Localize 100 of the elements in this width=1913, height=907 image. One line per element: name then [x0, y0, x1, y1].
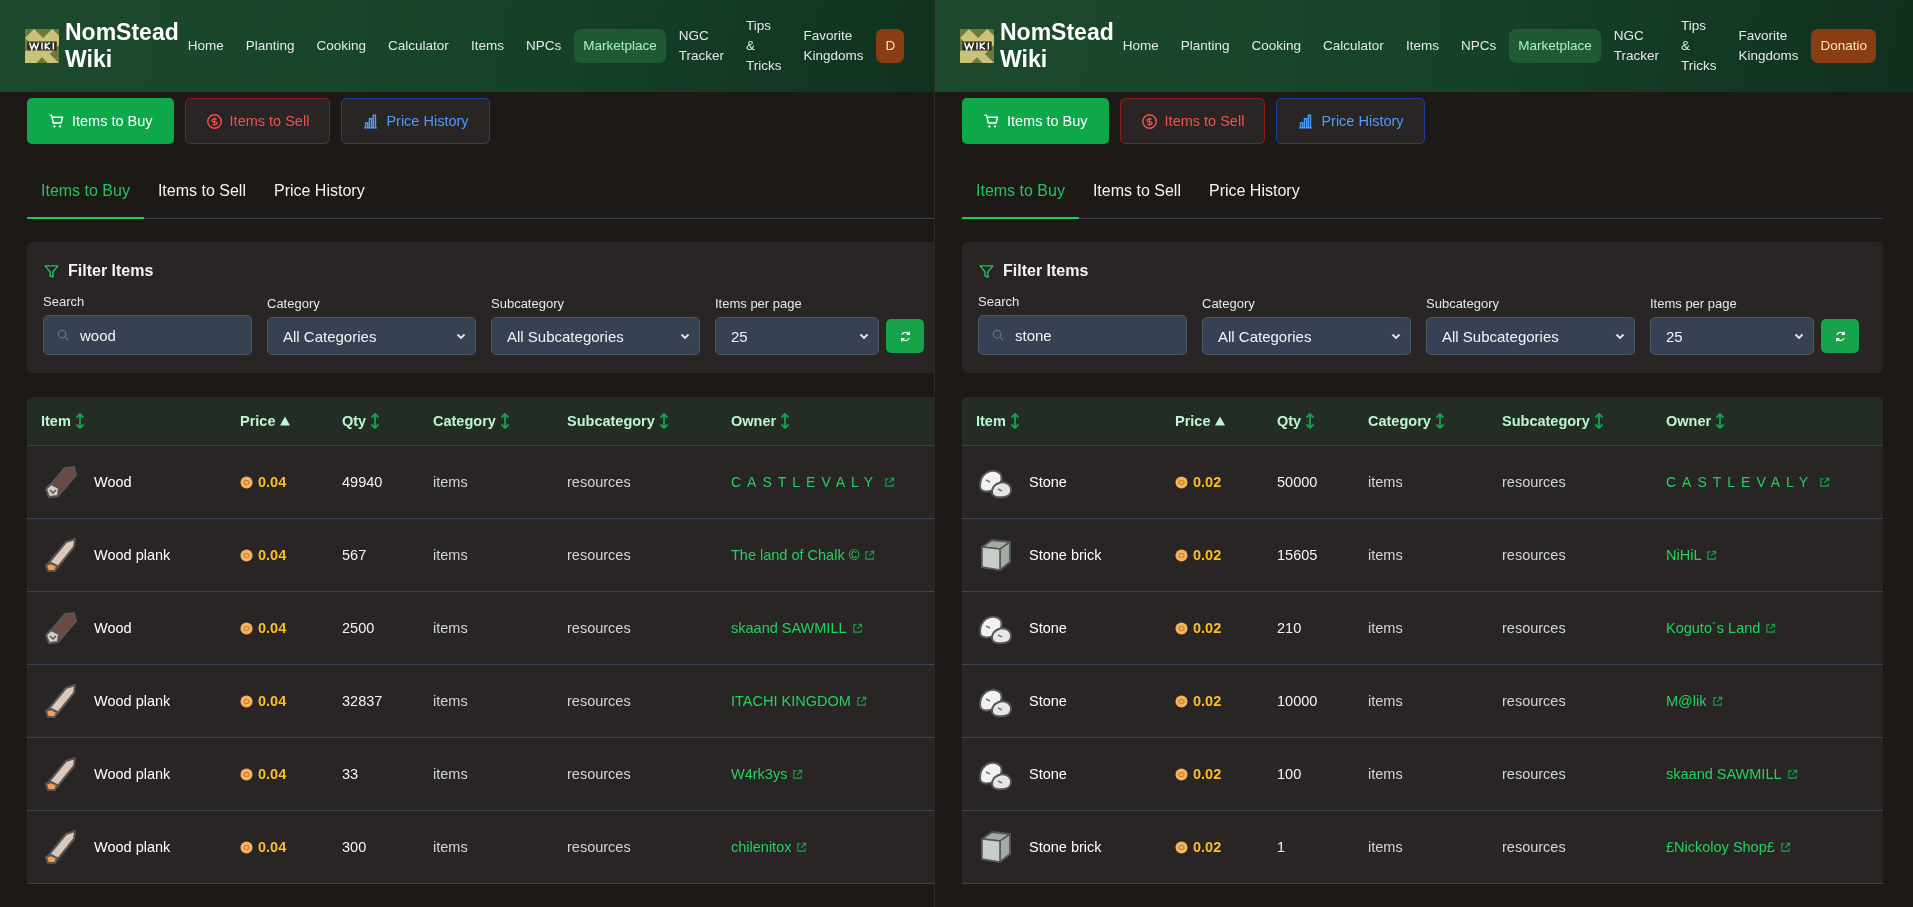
- item-name: Stone brick: [1029, 547, 1102, 563]
- sort-icon: [780, 413, 791, 429]
- owner-link[interactable]: skaand SAWMILL: [1666, 766, 1798, 782]
- dropdown[interactable]: 25: [1650, 317, 1814, 355]
- sort-icon: [74, 413, 85, 429]
- owner-link[interactable]: £Nickoloy Shop£: [1666, 839, 1791, 855]
- nav-link[interactable]: Calculator: [1314, 29, 1393, 63]
- tab[interactable]: Items to Buy: [27, 168, 144, 219]
- owner-link[interactable]: W4rk3ys: [731, 766, 804, 782]
- nav-link[interactable]: Home: [1113, 29, 1168, 63]
- logo-icon[interactable]: [25, 29, 59, 63]
- tab[interactable]: Price History: [259, 168, 379, 219]
- category-value: items: [433, 474, 468, 490]
- tab[interactable]: Items to Sell: [143, 168, 260, 219]
- nav-link[interactable]: Items: [461, 29, 513, 63]
- column-header[interactable]: Category: [1354, 397, 1488, 445]
- external-link-icon: [884, 476, 896, 488]
- logo-icon[interactable]: [960, 29, 994, 63]
- quantity-value: 567: [342, 547, 367, 563]
- search-input[interactable]: stone: [1015, 326, 1155, 344]
- dropdown[interactable]: 25: [715, 317, 879, 355]
- column-header[interactable]: Subcategory: [553, 397, 717, 445]
- dropdown[interactable]: All Subcategories: [1426, 317, 1635, 355]
- quantity-value: 50000: [1277, 474, 1318, 490]
- owner-link[interactable]: CASTLEVALY: [731, 474, 896, 490]
- quantity-value: 2500: [342, 620, 375, 636]
- nav-link[interactable]: Favorite Kingdoms: [1729, 19, 1808, 73]
- column-header[interactable]: Subcategory: [1488, 397, 1652, 445]
- column-header[interactable]: Owner: [717, 397, 934, 445]
- column-header[interactable]: Qty: [328, 397, 419, 445]
- item-name: Wood plank: [94, 766, 171, 782]
- nav-link[interactable]: Marketplace: [1509, 29, 1601, 63]
- price-value: 0.04: [258, 693, 287, 709]
- owner-link[interactable]: skaand SAWMILL: [731, 620, 863, 636]
- tab[interactable]: Price History: [1194, 168, 1314, 219]
- column-header[interactable]: Item: [962, 397, 1161, 445]
- column-header[interactable]: Category: [419, 397, 553, 445]
- owner-link[interactable]: M@lik: [1666, 693, 1723, 709]
- column-header[interactable]: Owner: [1652, 397, 1883, 445]
- coin-icon: [240, 767, 253, 781]
- nav-link[interactable]: Cooking: [307, 29, 376, 63]
- item-name: Stone brick: [1029, 839, 1102, 855]
- search-icon: [56, 328, 70, 342]
- nav-link[interactable]: NGC Tracker: [669, 19, 733, 73]
- column-header[interactable]: Item: [27, 397, 226, 445]
- cart-icon: [48, 112, 65, 130]
- dropdown[interactable]: All Subcategories: [491, 317, 700, 355]
- category-value: items: [433, 547, 468, 563]
- search-input[interactable]: wood: [80, 326, 220, 344]
- action-button[interactable]: Items to Sell: [1119, 98, 1266, 144]
- nav-link[interactable]: NPCs: [516, 29, 571, 63]
- action-button[interactable]: Price History: [341, 98, 490, 144]
- search-field[interactable]: wood: [43, 315, 252, 355]
- dropdown[interactable]: All Categories: [267, 317, 476, 355]
- owner-link[interactable]: CASTLEVALY: [1666, 474, 1831, 490]
- refresh-button[interactable]: [886, 319, 924, 353]
- nav-link[interactable]: Cooking: [1242, 29, 1311, 63]
- owner-link[interactable]: NiHiL: [1666, 547, 1718, 563]
- nav-link[interactable]: Items: [1396, 29, 1448, 63]
- nav-link[interactable]: Planting: [236, 29, 304, 63]
- field-label: Search: [43, 294, 86, 309]
- nav-link[interactable]: Planting: [1171, 29, 1239, 63]
- nav-link[interactable]: Home: [178, 29, 233, 63]
- price-value: 0.02: [1193, 693, 1222, 709]
- owner-link[interactable]: ITACHI KINGDOM: [731, 693, 867, 709]
- search-field[interactable]: stone: [978, 315, 1187, 355]
- owner-link[interactable]: chilenitox: [731, 839, 808, 855]
- donate-link[interactable]: D: [876, 29, 905, 63]
- action-button[interactable]: Price History: [1276, 98, 1425, 144]
- site-title[interactable]: NomStead Wiki: [1000, 19, 1114, 73]
- dropdown[interactable]: All Categories: [1202, 317, 1411, 355]
- site-title[interactable]: NomStead Wiki: [65, 19, 179, 73]
- quantity-value: 100: [1277, 766, 1302, 782]
- item-name: Wood: [94, 474, 132, 490]
- owner-link[interactable]: Koguto´s Land: [1666, 620, 1777, 636]
- nav-link[interactable]: Tips & Tricks: [1671, 9, 1726, 83]
- nav-link[interactable]: NPCs: [1451, 29, 1506, 63]
- tab[interactable]: Items to Sell: [1078, 168, 1195, 219]
- refresh-button[interactable]: [1821, 319, 1859, 353]
- column-header[interactable]: Price: [1161, 397, 1263, 445]
- action-button[interactable]: Items to Sell: [184, 98, 331, 144]
- column-header[interactable]: Qty: [1263, 397, 1354, 445]
- nav-link[interactable]: Marketplace: [574, 29, 666, 63]
- donate-link[interactable]: Donatio: [1811, 29, 1877, 63]
- filter-icon: [43, 262, 60, 280]
- owner-link[interactable]: The land of Chalk ©: [731, 547, 876, 563]
- subcategory-value: resources: [567, 547, 631, 563]
- category-value: items: [433, 693, 468, 709]
- field-label: Subcategory: [1426, 296, 1500, 311]
- column-header[interactable]: Price: [226, 397, 328, 445]
- item-name: Stone: [1029, 766, 1067, 782]
- nav-link[interactable]: Tips & Tricks: [736, 9, 791, 83]
- nav-link[interactable]: Favorite Kingdoms: [794, 19, 873, 73]
- nav-link[interactable]: Calculator: [379, 29, 458, 63]
- nav-link[interactable]: NGC Tracker: [1604, 19, 1668, 73]
- search-icon: [991, 328, 1005, 342]
- quantity-value: 32837: [342, 693, 383, 709]
- sort-icon: [1593, 413, 1604, 429]
- item-name: Wood plank: [94, 693, 171, 709]
- tab[interactable]: Items to Buy: [962, 168, 1079, 219]
